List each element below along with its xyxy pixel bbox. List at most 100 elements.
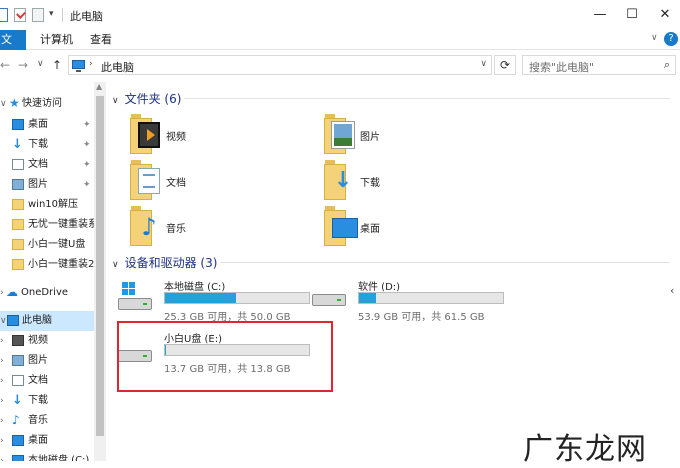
recent-locations-chevron-icon[interactable]: ∨	[37, 59, 44, 69]
scroll-up-arrow-icon[interactable]: ▲	[96, 82, 102, 91]
download-icon: ↓	[12, 393, 23, 408]
help-icon[interactable]: ?	[664, 32, 678, 46]
nav-item-pictures[interactable]: 图片 ✦	[0, 175, 94, 195]
expand-chevron-icon[interactable]: ›	[0, 391, 4, 411]
drive-c[interactable]: 本地磁盘 (C:) 25.3 GB 可用，共 50.0 GB	[116, 278, 316, 324]
nav-item-pictures-pc[interactable]: › 图片	[0, 351, 94, 371]
nav-item-label: 桌面	[28, 435, 48, 446]
scroll-right-arrow-icon[interactable]: ‹	[670, 284, 680, 300]
nav-item-label: 桌面	[28, 119, 48, 130]
up-arrow-icon[interactable]: ↑	[52, 58, 62, 72]
search-box[interactable]: 搜索"此电脑" ⌕	[522, 55, 676, 75]
group-divider	[220, 262, 670, 263]
nav-scrollbar[interactable]: ▲	[94, 82, 106, 461]
nav-item-label: 音乐	[28, 415, 48, 426]
nav-item-wuyou[interactable]: 无忧一键重装系	[0, 215, 94, 235]
folder-label: 视频	[166, 132, 186, 143]
collapse-chevron-icon[interactable]: ∨	[112, 260, 119, 270]
drives-group-header[interactable]: ∨ 设备和驱动器 (3)	[112, 254, 217, 271]
drive-name: 软件 (D:)	[358, 282, 401, 293]
title-separator	[62, 8, 63, 22]
close-button[interactable]: ✕	[648, 4, 680, 26]
folder-downloads[interactable]: ↓ 下载	[324, 158, 504, 204]
scrollbar-thumb[interactable]	[96, 96, 104, 436]
folder-videos[interactable]: 视频	[130, 112, 310, 158]
drive-space-info: 53.9 GB 可用，共 61.5 GB	[358, 312, 485, 323]
expand-chevron-icon[interactable]: ›	[0, 431, 4, 451]
document-icon	[12, 375, 24, 386]
nav-item-label: 快速访问	[22, 98, 62, 109]
nav-item-label: 下载	[28, 395, 48, 406]
ribbon-tabs: 文件 计算机 查看 ∨ ?	[0, 30, 680, 66]
nav-item-label: 图片	[28, 355, 48, 366]
nav-item-onedrive[interactable]: › ☁ OneDrive	[0, 283, 94, 303]
nav-item-xiaobai-reinstall[interactable]: 小白一键重装2	[0, 255, 94, 275]
nav-item-local-disk-c[interactable]: › 本地磁盘 (C:)	[0, 451, 94, 461]
nav-item-desktop[interactable]: 桌面 ✦	[0, 115, 94, 135]
expand-chevron-icon[interactable]: ›	[0, 331, 4, 351]
highlight-box	[117, 321, 333, 392]
watermark-text: 广东龙网	[523, 432, 647, 467]
expand-chevron-icon[interactable]: ›	[0, 351, 4, 371]
expand-chevron-icon[interactable]: ›	[0, 283, 4, 303]
window-menu-icon[interactable]	[0, 8, 8, 22]
nav-item-downloads-pc[interactable]: › ↓ 下载	[0, 391, 94, 411]
address-dropdown-chevron-icon[interactable]: ∨	[480, 59, 487, 69]
expand-chevron-icon[interactable]: ›	[0, 451, 4, 461]
collapse-chevron-icon[interactable]: ∨	[0, 311, 7, 331]
search-icon[interactable]: ⌕	[664, 58, 670, 72]
new-folder-icon[interactable]	[32, 8, 44, 22]
nav-item-label: 本地磁盘 (C:)	[28, 455, 90, 461]
folder-icon	[12, 199, 24, 210]
navigation-pane: ∨ ★ 快速访问 桌面 ✦ ↓ 下载 ✦ 文档 ✦ 图片 ✦ win10解压 无…	[0, 82, 94, 461]
folders-group-title: 文件夹 (6)	[124, 92, 182, 106]
folder-label: 文档	[166, 178, 186, 189]
nav-item-win10-unzip[interactable]: win10解压	[0, 195, 94, 215]
breadcrumb-separator-icon[interactable]: ›	[89, 59, 93, 69]
collapse-chevron-icon[interactable]: ∨	[112, 96, 119, 106]
nav-item-desktop-pc[interactable]: › 桌面	[0, 431, 94, 451]
nav-item-videos[interactable]: › 视频	[0, 331, 94, 351]
nav-item-music[interactable]: › ♪ 音乐	[0, 411, 94, 431]
download-icon: ↓	[12, 137, 23, 152]
refresh-button[interactable]: ⟳	[494, 55, 516, 75]
expand-ribbon-chevron-icon[interactable]: ∨	[651, 33, 658, 43]
address-bar[interactable]: › 此电脑 ∨	[68, 55, 492, 75]
nav-item-label: 文档	[28, 375, 48, 386]
properties-icon[interactable]	[14, 8, 26, 22]
expand-chevron-icon[interactable]: ›	[0, 411, 4, 431]
forward-arrow-icon[interactable]: →	[18, 58, 28, 72]
breadcrumb-this-pc[interactable]: 此电脑	[101, 59, 134, 75]
customize-toolbar-chevron-icon[interactable]: ▾	[49, 9, 54, 19]
folder-documents[interactable]: 文档	[130, 158, 310, 204]
drive-d[interactable]: 软件 (D:) 53.9 GB 可用，共 61.5 GB	[310, 278, 510, 324]
drive-usage-fill	[359, 293, 377, 303]
nav-item-label: 小白一键U盘	[28, 239, 86, 250]
nav-item-xiaobai-usb[interactable]: 小白一键U盘	[0, 235, 94, 255]
folder-music[interactable]: ♪ 音乐	[130, 204, 310, 250]
back-arrow-icon[interactable]: ←	[0, 58, 10, 72]
computer-icon	[7, 315, 19, 326]
nav-item-downloads[interactable]: ↓ 下载 ✦	[0, 135, 94, 155]
picture-icon	[12, 179, 24, 190]
expand-chevron-icon[interactable]: ›	[0, 371, 4, 391]
pin-icon: ✦	[83, 120, 91, 130]
nav-item-documents[interactable]: 文档 ✦	[0, 155, 94, 175]
nav-item-documents-pc[interactable]: › 文档	[0, 371, 94, 391]
folder-desktop[interactable]: 桌面	[324, 204, 504, 250]
folder-label: 下载	[360, 178, 380, 189]
tab-file[interactable]: 文件	[0, 30, 26, 66]
minimize-button[interactable]: —	[583, 4, 617, 26]
folders-group-header[interactable]: ∨ 文件夹 (6)	[112, 90, 181, 107]
pin-icon: ✦	[83, 180, 91, 190]
tab-view[interactable]: 查看	[86, 30, 116, 50]
folder-pictures[interactable]: 图片	[324, 112, 504, 158]
nav-item-label: 此电脑	[22, 315, 52, 326]
document-icon	[12, 159, 24, 170]
nav-item-label: 无忧一键重装系	[28, 219, 94, 230]
tab-computer[interactable]: 计算机	[36, 30, 77, 50]
maximize-button[interactable]: ☐	[615, 4, 649, 26]
collapse-chevron-icon[interactable]: ∨	[0, 94, 7, 114]
nav-item-quick-access[interactable]: ∨ ★ 快速访问	[0, 94, 94, 114]
nav-item-this-pc[interactable]: ∨ 此电脑	[0, 311, 94, 331]
